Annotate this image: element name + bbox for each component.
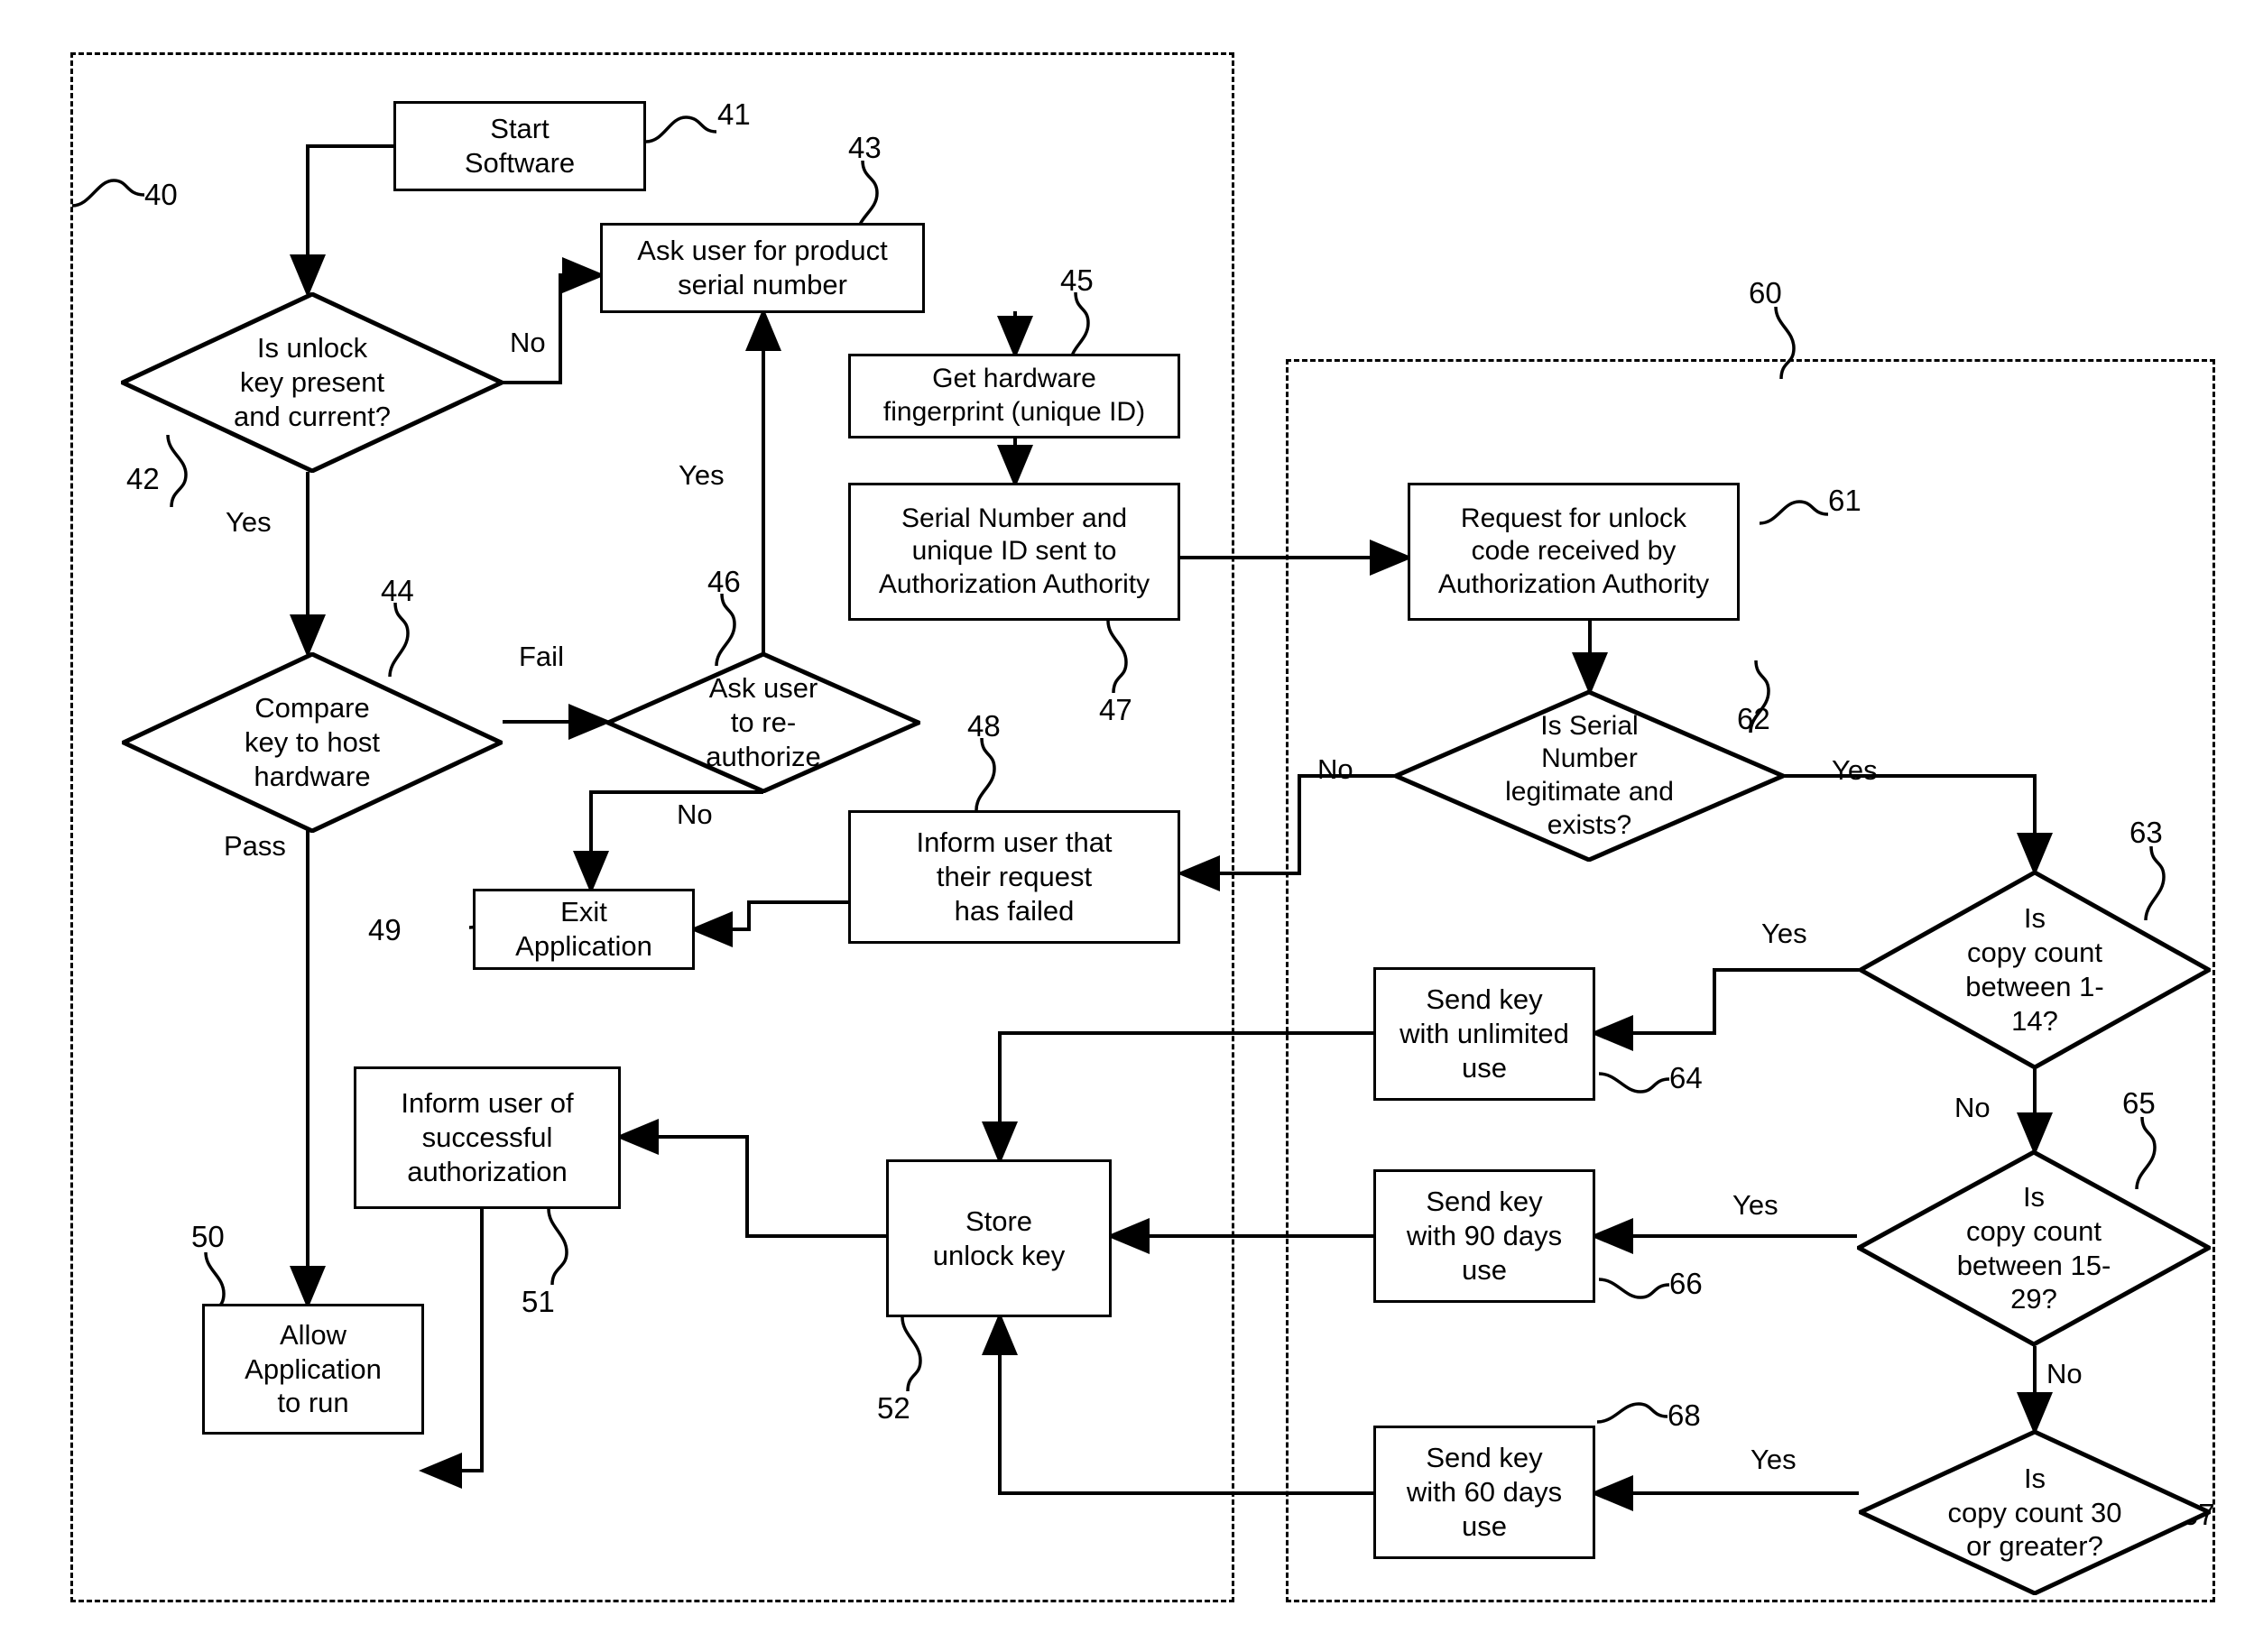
node-is-copy-count-1-14-label: Is copy count between 1- 14? <box>1965 902 2104 1037</box>
node-store-unlock-key-label: Store unlock key <box>932 1204 1066 1271</box>
edge-label-62-no: No <box>1317 753 1353 785</box>
node-is-copy-count-1-14[interactable]: Is copy count between 1- 14? <box>1859 871 2211 1069</box>
ref-numeral-41: 41 <box>717 97 751 131</box>
ref-numeral-40: 40 <box>144 178 178 211</box>
ref-numeral-48: 48 <box>967 709 1001 743</box>
ref-numeral-51: 51 <box>522 1285 555 1318</box>
edge-label-42-no: No <box>510 327 546 358</box>
node-is-copy-count-15-29[interactable]: Is copy count between 15- 29? <box>1857 1150 2211 1346</box>
ref-numeral-66: 66 <box>1669 1267 1703 1300</box>
ref-numeral-64: 64 <box>1669 1061 1703 1094</box>
node-compare-key-host-hardware[interactable]: Compare key to host hardware <box>122 652 503 833</box>
node-send-key-unlimited[interactable]: Send key with unlimited use <box>1373 967 1595 1101</box>
ref-numeral-46: 46 <box>707 565 741 598</box>
node-get-hardware-fingerprint-label: Get hardware fingerprint (unique ID) <box>882 364 1146 427</box>
ref-numeral-61: 61 <box>1828 484 1861 517</box>
node-is-unlock-key-present-label: Is unlock key present and current? <box>233 332 392 432</box>
node-start-software[interactable]: Start Software <box>393 101 646 191</box>
node-send-key-60-days-label: Send key with 60 days use <box>1406 1442 1563 1542</box>
edge-label-67-yes: Yes <box>1751 1444 1797 1475</box>
ref-numeral-45: 45 <box>1060 263 1094 297</box>
ref-numeral-60: 60 <box>1749 276 1782 309</box>
node-inform-successful-authorization-label: Inform user of successful authorization <box>401 1087 574 1187</box>
node-inform-successful-authorization[interactable]: Inform user of successful authorization <box>354 1066 621 1209</box>
ref-numeral-44: 44 <box>381 574 414 607</box>
node-send-key-60-days[interactable]: Send key with 60 days use <box>1373 1426 1595 1559</box>
edge-label-63-no: No <box>1954 1092 1991 1123</box>
ref-numeral-50: 50 <box>191 1220 225 1253</box>
node-is-serial-legitimate-label: Is Serial Number legitimate and exists? <box>1505 710 1674 840</box>
ref-numeral-52: 52 <box>877 1391 910 1425</box>
ref-numeral-63: 63 <box>2129 816 2163 849</box>
edge-label-63-yes: Yes <box>1761 918 1807 949</box>
node-ask-reauthorize-label: Ask user to re- authorize <box>706 672 821 772</box>
node-is-unlock-key-present[interactable]: Is unlock key present and current? <box>121 292 503 473</box>
node-allow-application-run-label: Allow Application to run <box>245 1318 382 1419</box>
ref-numeral-47: 47 <box>1099 693 1132 726</box>
node-is-serial-legitimate[interactable]: Is Serial Number legitimate and exists? <box>1394 690 1785 862</box>
node-ask-serial-number[interactable]: Ask user for product serial number <box>600 223 925 313</box>
node-exit-application-label: Exit Application <box>515 896 652 962</box>
ref-numeral-49: 49 <box>368 913 402 946</box>
edge-label-65-yes: Yes <box>1732 1189 1778 1221</box>
node-serial-sent-to-authority[interactable]: Serial Number and unique ID sent to Auth… <box>848 483 1180 621</box>
ref-numeral-65: 65 <box>2122 1086 2156 1120</box>
node-send-key-unlimited-label: Send key with unlimited use <box>1400 983 1569 1084</box>
edge-label-46-no: No <box>677 798 713 830</box>
node-is-copy-count-15-29-label: Is copy count between 15- 29? <box>1956 1180 2111 1315</box>
node-serial-sent-to-authority-label: Serial Number and unique ID sent to Auth… <box>878 503 1150 599</box>
edge-label-46-yes: Yes <box>679 459 725 491</box>
node-get-hardware-fingerprint[interactable]: Get hardware fingerprint (unique ID) <box>848 354 1180 438</box>
node-compare-key-host-hardware-label: Compare key to host hardware <box>245 692 380 792</box>
edge-label-44-pass: Pass <box>224 830 286 862</box>
node-inform-request-failed-label: Inform user that their request has faile… <box>916 826 1113 927</box>
node-is-copy-count-30-or-greater-label: Is copy count 30 or greater? <box>1947 1462 2122 1563</box>
ref-numeral-68: 68 <box>1667 1398 1701 1432</box>
edge-label-44-fail: Fail <box>519 641 564 672</box>
ref-numeral-43: 43 <box>848 131 882 164</box>
node-exit-application[interactable]: Exit Application <box>473 889 695 970</box>
node-request-received-by-authority[interactable]: Request for unlock code received by Auth… <box>1408 483 1740 621</box>
node-start-software-label: Start Software <box>464 113 576 179</box>
node-request-received-by-authority-label: Request for unlock code received by Auth… <box>1437 503 1710 599</box>
node-send-key-90-days-label: Send key with 90 days use <box>1406 1186 1563 1286</box>
node-store-unlock-key[interactable]: Store unlock key <box>886 1159 1112 1317</box>
node-is-copy-count-30-or-greater[interactable]: Is copy count 30 or greater? <box>1859 1430 2211 1595</box>
edge-label-62-yes: Yes <box>1832 754 1878 786</box>
edge-label-65-no: No <box>2046 1358 2083 1389</box>
node-allow-application-run[interactable]: Allow Application to run <box>202 1304 424 1435</box>
edge-label-42-yes: Yes <box>226 506 272 538</box>
flowchart-canvas: Start Software Is unlock key present and… <box>0 0 2254 1652</box>
node-ask-serial-number-label: Ask user for product serial number <box>637 235 888 300</box>
node-ask-reauthorize[interactable]: Ask user to re- authorize <box>606 652 920 793</box>
node-inform-request-failed[interactable]: Inform user that their request has faile… <box>848 810 1180 944</box>
node-send-key-90-days[interactable]: Send key with 90 days use <box>1373 1169 1595 1303</box>
